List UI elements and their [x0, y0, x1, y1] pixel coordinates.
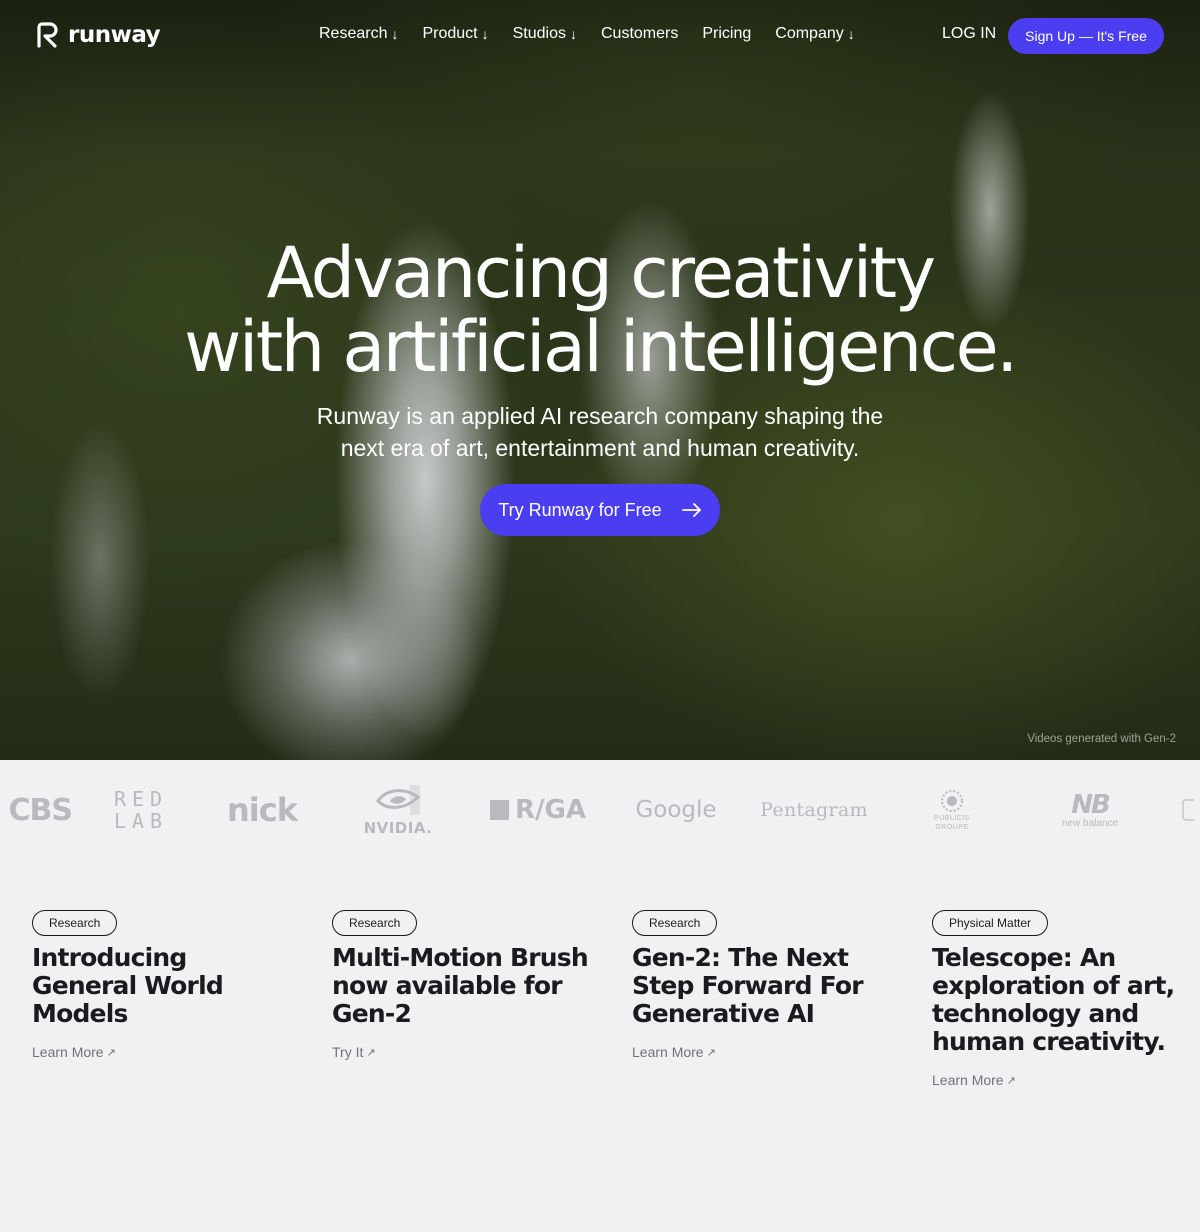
arrow-right-icon	[681, 503, 701, 517]
category-tag[interactable]: Research	[332, 910, 418, 936]
try-runway-button[interactable]: Try Runway for Free	[480, 484, 720, 536]
headline-line-2: with artificial intelligence.	[184, 306, 1018, 388]
arrow-down-icon: ↓	[391, 26, 399, 42]
nb-mark: NB	[1071, 789, 1111, 820]
news-card: Research Gen-2: The Next Step Forward Fo…	[632, 910, 892, 1062]
nav-item-pricing[interactable]: Pricing	[702, 25, 751, 43]
nvidia-wordmark: NVIDIA.	[363, 819, 433, 837]
card-link-label: Learn More	[932, 1072, 1004, 1088]
runway-logo-icon	[37, 22, 58, 48]
nav-item-label: Pricing	[702, 25, 752, 42]
hero-headline: Advancing creativity with artificial int…	[0, 236, 1200, 384]
publicis-lion-icon	[941, 790, 963, 812]
card-link[interactable]: Learn More ↗	[32, 1044, 116, 1060]
hero-section: runway Research ↓ Product ↓ Studios ↓ Cu…	[0, 0, 1200, 760]
nav-item-label: Customers	[601, 25, 679, 42]
nav-item-label: Research	[319, 25, 388, 42]
news-card: Research Introducing General World Model…	[32, 910, 292, 1062]
google-logo: Google	[635, 797, 717, 823]
news-card: Research Multi-Motion Brush now availabl…	[332, 910, 592, 1062]
category-tag[interactable]: Research	[632, 910, 718, 936]
nvidia-eye-icon	[376, 785, 421, 815]
cbs-logo: CBS	[8, 792, 74, 828]
new-balance-wordmark: new balance	[1061, 817, 1119, 829]
arrow-up-right-icon: ↗	[1006, 1074, 1016, 1087]
pentagram-logo: Pentagram	[760, 799, 868, 821]
redlab-line-1: RED	[113, 787, 169, 811]
card-link[interactable]: Learn More ↗	[632, 1044, 716, 1060]
card-title[interactable]: Introducing General World Models	[32, 944, 292, 1028]
nav-item-studios[interactable]: Studios ↓	[513, 25, 577, 43]
category-tag[interactable]: Physical Matter	[932, 910, 1049, 936]
partial-logo-shape	[1182, 799, 1194, 821]
card-link-label: Try It	[332, 1044, 364, 1060]
nav-item-product[interactable]: Product ↓	[422, 25, 488, 43]
signup-button[interactable]: Sign Up — It's Free	[1008, 18, 1164, 54]
arrow-down-icon: ↓	[481, 26, 489, 42]
redlab-line-2: LAB	[113, 809, 169, 833]
subtext-line-2: next era of art, entertainment and human…	[340, 435, 860, 461]
card-link-label: Learn More	[32, 1044, 104, 1060]
publicis-line-2: GROUPE	[935, 824, 969, 831]
red-lab-logo: RED LAB	[114, 760, 168, 860]
nav-item-customers[interactable]: Customers	[601, 25, 678, 43]
partial-logo	[1182, 760, 1200, 860]
arrow-down-icon: ↓	[847, 26, 855, 42]
video-credit: Videos generated with Gen-2	[1027, 733, 1176, 745]
login-link[interactable]: LOG IN	[942, 25, 996, 43]
cta-label: Try Runway for Free	[498, 499, 662, 520]
card-title[interactable]: Multi-Motion Brush now available for Gen…	[332, 944, 592, 1028]
arrow-up-right-icon: ↗	[106, 1046, 116, 1059]
new-balance-logo: NB new balance	[1052, 760, 1128, 860]
news-cards: Research Introducing General World Model…	[0, 860, 1200, 1232]
top-nav: runway Research ↓ Product ↓ Studios ↓ Cu…	[0, 0, 1200, 72]
news-card: Physical Matter Telescope: An exploratio…	[932, 910, 1192, 1090]
publicis-groupe-logo: PUBLICIS GROUPE	[924, 760, 980, 860]
hero-subtext: Runway is an applied AI research company…	[0, 400, 1200, 464]
card-title[interactable]: Telescope: An exploration of art, techno…	[932, 944, 1192, 1056]
nick-logo: nick	[227, 791, 298, 829]
nav-item-label: Studios	[512, 25, 566, 42]
headline-line-1: Advancing creativity	[266, 232, 936, 314]
brand-name: runway	[68, 22, 161, 48]
rga-logo: R/GA	[490, 760, 586, 860]
arrow-up-right-icon: ↗	[366, 1046, 376, 1059]
main-menu: Research ↓ Product ↓ Studios ↓ Customers…	[319, 25, 855, 43]
rga-wordmark: R/GA	[515, 795, 586, 825]
nav-item-label: Product	[422, 25, 478, 42]
nav-item-research[interactable]: Research ↓	[319, 25, 398, 43]
card-link[interactable]: Try It ↗	[332, 1044, 376, 1060]
subtext-line-1: Runway is an applied AI research company…	[316, 403, 884, 429]
category-tag[interactable]: Research	[32, 910, 118, 936]
card-title[interactable]: Gen-2: The Next Step Forward For Generat…	[632, 944, 892, 1028]
customer-logos-strip: CBS RED LAB nick NVIDIA. R/GA Google Pen…	[0, 760, 1200, 860]
card-link[interactable]: Learn More ↗	[932, 1072, 1016, 1088]
rga-square-icon	[490, 800, 510, 820]
publicis-line-1: PUBLICIS	[934, 815, 970, 822]
arrow-up-right-icon: ↗	[706, 1046, 716, 1059]
arrow-down-icon: ↓	[570, 26, 577, 42]
nvidia-logo: NVIDIA.	[360, 760, 436, 860]
card-link-label: Learn More	[632, 1044, 704, 1060]
runway-logo[interactable]: runway	[36, 22, 161, 48]
nav-item-company[interactable]: Company ↓	[775, 25, 854, 43]
nav-item-label: Company	[775, 25, 844, 42]
